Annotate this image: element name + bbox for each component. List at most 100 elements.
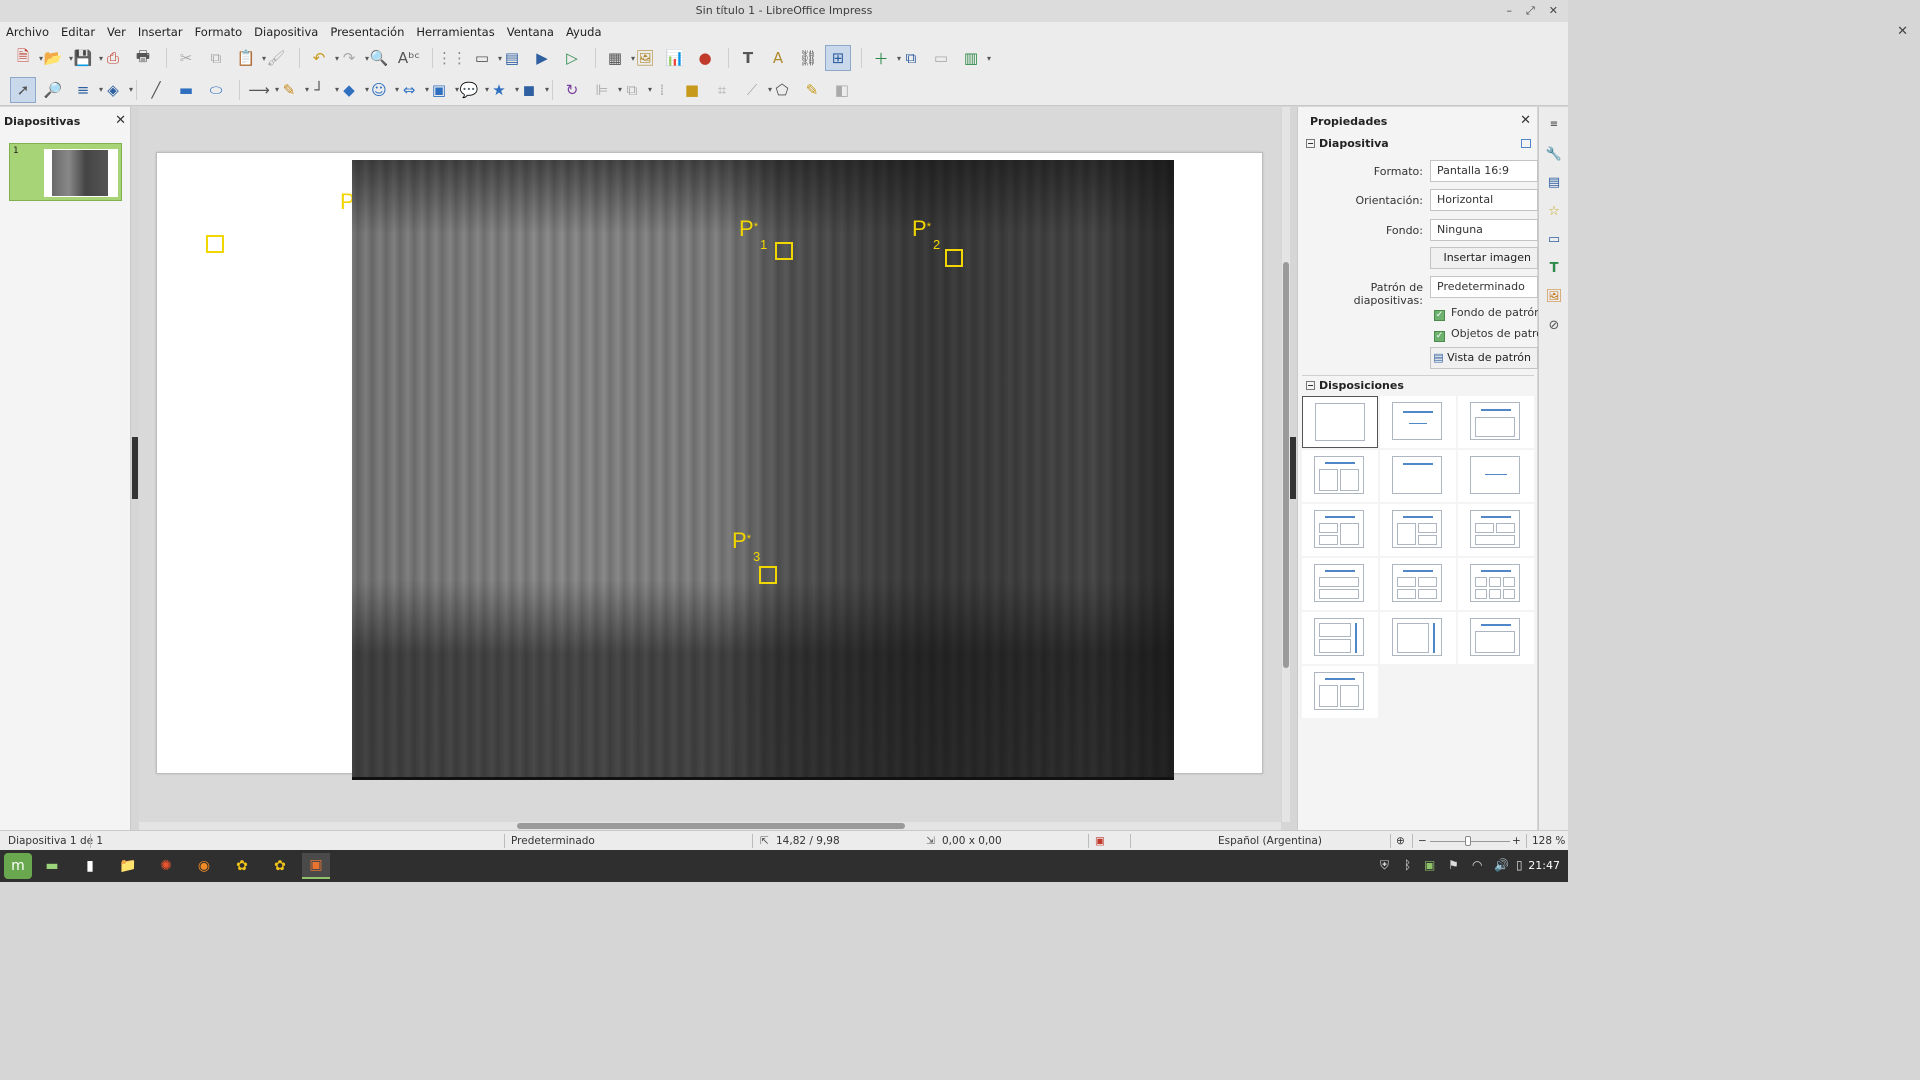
crop-icon[interactable]: ⌗	[709, 77, 735, 103]
connector-icon[interactable]: ┘	[306, 77, 339, 103]
layout-title-content-over-content[interactable]	[1302, 558, 1378, 610]
document-modified-icon[interactable]: ▣	[1095, 835, 1105, 847]
delete-slide-icon[interactable]: ▭	[928, 45, 954, 71]
keyboard-flag-icon[interactable]: ⚑	[1448, 858, 1459, 872]
animation-tab-icon[interactable]: ☆	[1545, 202, 1563, 220]
mint-menu-icon[interactable]: m	[4, 853, 32, 879]
layout-title-only[interactable]	[1380, 450, 1456, 502]
language-status[interactable]: Español (Argentina)	[1218, 835, 1322, 847]
spellcheck-icon[interactable]: Aᵇᶜ	[396, 45, 422, 71]
zoom-slider-thumb[interactable]	[1465, 836, 1471, 846]
points-icon[interactable]: ⬠	[769, 77, 795, 103]
shadow-icon[interactable]: ■	[679, 77, 705, 103]
network-app-icon[interactable]: ✺	[152, 853, 180, 879]
line-tool-icon[interactable]: ╱	[143, 77, 169, 103]
arrange-icon[interactable]: ⧉	[619, 77, 652, 103]
slide-transition-tab-icon[interactable]: ▤	[1545, 173, 1563, 191]
arrow-line-icon[interactable]: ⟶	[246, 77, 279, 103]
copy-icon[interactable]: ⧉	[203, 45, 229, 71]
insert-chart-icon[interactable]: 📊	[662, 45, 688, 71]
zoom-level-status[interactable]: 128 %	[1532, 835, 1565, 847]
distribute-icon[interactable]: ⁞	[649, 77, 675, 103]
collapse-section-icon[interactable]: −	[1306, 381, 1315, 390]
block-arrows-icon[interactable]: ⇔	[396, 77, 429, 103]
collapse-section-icon[interactable]: −	[1306, 139, 1315, 148]
pinwheel-app-2-icon[interactable]: ✿	[266, 853, 294, 879]
layout-title-6-content[interactable]	[1458, 558, 1534, 610]
insert-media-icon[interactable]: ●	[692, 45, 718, 71]
line-color-icon[interactable]: ≡	[70, 77, 103, 103]
new-document-icon[interactable]: 🗎	[10, 45, 43, 71]
undo-icon[interactable]: ↶	[306, 45, 339, 71]
bluetooth-icon[interactable]: ᛒ	[1404, 858, 1411, 872]
basic-shapes-icon[interactable]: ◆	[336, 77, 369, 103]
save-icon[interactable]: 💾	[70, 45, 103, 71]
layout-title-2-content[interactable]	[1302, 450, 1378, 502]
marker-square-p1[interactable]	[775, 242, 793, 260]
terminal-icon[interactable]: ▮	[76, 853, 104, 879]
collapse-sidebar-handle[interactable]	[1290, 437, 1296, 499]
zoom-out-icon[interactable]: −	[1418, 835, 1427, 847]
menu-editar[interactable]: Editar	[61, 25, 95, 39]
master-slide-select[interactable]: Predeterminado	[1430, 276, 1538, 298]
menu-herramientas[interactable]: Herramientas	[416, 25, 494, 39]
background-select[interactable]: Ninguna	[1430, 219, 1538, 241]
clone-formatting-icon[interactable]: 🖌	[263, 45, 289, 71]
collapse-slides-pane-handle[interactable]	[132, 437, 138, 499]
cut-icon[interactable]: ✂	[173, 45, 199, 71]
zoom-pan-icon[interactable]: 🔎	[40, 77, 66, 103]
orientation-select[interactable]: Horizontal	[1430, 189, 1538, 211]
slide-thumbnail[interactable]: 1	[9, 143, 122, 201]
master-slide-icon[interactable]: ▤	[499, 45, 525, 71]
master-view-button[interactable]: ▤ Vista de patrón	[1430, 347, 1538, 369]
horizontal-scroll-thumb[interactable]	[517, 823, 905, 829]
volume-icon[interactable]: 🔊	[1494, 858, 1509, 872]
layout-title-slide[interactable]	[1380, 396, 1456, 448]
taskbar-clock[interactable]: 21:47	[1528, 859, 1560, 872]
layout-title-2-content-over-content[interactable]	[1458, 504, 1534, 556]
fill-color-icon[interactable]: ◈	[100, 77, 133, 103]
insert-fontwork-icon[interactable]: A	[765, 45, 791, 71]
styles-tab-icon[interactable]: T	[1545, 259, 1563, 277]
master-slides-tab-icon[interactable]: ▭	[1545, 230, 1563, 248]
layout-title-vertical-text[interactable]	[1458, 612, 1534, 664]
menu-archivo[interactable]: Archivo	[6, 25, 49, 39]
toggle-extrusion-icon[interactable]: ◧	[829, 77, 855, 103]
wifi-icon[interactable]: ◠	[1472, 858, 1482, 872]
curve-tool-icon[interactable]: ✎	[276, 77, 309, 103]
layouts-section-header[interactable]: − Disposiciones	[1306, 379, 1404, 392]
export-pdf-icon[interactable]: ⎙	[100, 45, 126, 71]
print-icon[interactable]: 🖶	[130, 45, 156, 71]
files-icon[interactable]: 📁	[114, 853, 142, 879]
vertical-scroll-thumb[interactable]	[1283, 262, 1289, 668]
find-replace-icon[interactable]: 🔍	[366, 45, 392, 71]
menu-ayuda[interactable]: Ayuda	[566, 25, 602, 39]
insert-textbox-icon[interactable]: T	[735, 45, 761, 71]
gallery-tab-icon[interactable]: 🖼	[1545, 287, 1563, 305]
layout-vertical-title-vertical-text[interactable]	[1380, 612, 1456, 664]
rectangle-tool-icon[interactable]: ▬	[173, 77, 199, 103]
layout-title-content[interactable]	[1458, 396, 1534, 448]
toggle-glue-points-icon[interactable]: ⊞	[825, 45, 851, 71]
layout-title-vertical-text-clipart[interactable]	[1302, 666, 1378, 718]
start-first-slide-icon[interactable]: ▶	[529, 45, 555, 71]
rotate-icon[interactable]: ↻	[559, 77, 585, 103]
restore-icon[interactable]: ⤢	[1526, 0, 1535, 22]
new-slide-icon[interactable]: ＋	[868, 45, 901, 71]
paste-icon[interactable]: 📋	[233, 45, 266, 71]
close-document-icon[interactable]: ✕	[1897, 22, 1908, 42]
menu-diapositiva[interactable]: Diapositiva	[254, 25, 318, 39]
layout-title-4-content[interactable]	[1380, 558, 1456, 610]
stray-label[interactable]: P	[340, 191, 352, 213]
duplicate-slide-icon[interactable]: ⧉	[898, 45, 924, 71]
menu-insertar[interactable]: Insertar	[138, 25, 183, 39]
select-arrow-icon[interactable]: ➚	[10, 76, 36, 103]
marker-square-p2[interactable]	[945, 249, 963, 267]
slide-section-header[interactable]: − Diapositiva	[1306, 137, 1389, 150]
start-current-slide-icon[interactable]: ▷	[559, 45, 585, 71]
slide-layout-icon[interactable]: ▥	[958, 45, 991, 71]
properties-tab-icon[interactable]: 🔧	[1545, 145, 1563, 163]
fit-slide-icon[interactable]: ⊕	[1396, 835, 1405, 847]
master-status[interactable]: Predeterminado	[511, 835, 595, 847]
zoom-in-icon[interactable]: +	[1512, 835, 1521, 847]
